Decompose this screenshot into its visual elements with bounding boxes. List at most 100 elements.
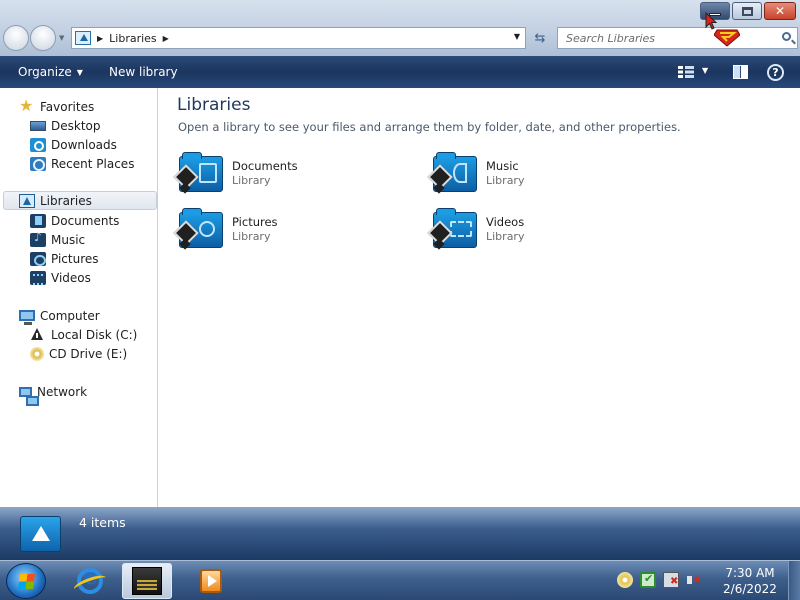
sidebar-item-label: Libraries (40, 193, 92, 208)
cd-tray-icon[interactable] (617, 572, 633, 588)
sidebar-item-label: Pictures (51, 251, 99, 266)
start-button[interactable] (6, 563, 46, 599)
videos-library-icon (427, 208, 479, 250)
refresh-button[interactable]: ⇆ (529, 27, 551, 49)
organize-button[interactable]: Organize ▼ (18, 65, 83, 79)
downloads-icon (30, 137, 46, 152)
volume-muted-icon[interactable] (686, 572, 702, 588)
address-dropdown-icon[interactable]: ▼ (514, 32, 520, 41)
details-pane: 4 items (0, 507, 800, 560)
new-library-button[interactable]: New library (109, 65, 178, 79)
sidebar-item-label: Local Disk (C:) (51, 327, 138, 342)
sidebar-item-videos[interactable]: Videos (30, 268, 91, 287)
sidebar-item-cd-drive[interactable]: CD Drive (E:) (30, 344, 127, 363)
library-name: Music (486, 159, 519, 173)
sidebar-item-computer[interactable]: Computer (19, 306, 100, 325)
new-library-label: New library (109, 65, 178, 79)
superman-logo-icon (714, 29, 740, 47)
refresh-icon: ⇆ (534, 30, 546, 46)
sidebar-item-documents[interactable]: Documents (30, 211, 119, 230)
command-bar: Organize ▼ New library ▼ ? (0, 56, 800, 88)
desktop-icon (30, 121, 46, 131)
search-placeholder: Search Libraries (566, 32, 656, 45)
library-name: Documents (232, 159, 298, 173)
page-subtitle: Open a library to see your files and arr… (178, 120, 681, 134)
sidebar-item-recent-places[interactable]: Recent Places (30, 154, 134, 173)
close-button[interactable]: ✕ (764, 2, 796, 20)
computer-icon (19, 310, 35, 325)
breadcrumb-libraries[interactable]: Libraries (109, 32, 157, 45)
clock[interactable]: 7:30 AM 2/6/2022 (720, 565, 780, 597)
search-icon[interactable] (782, 32, 791, 41)
navigation-buttons: ▼ (3, 25, 64, 51)
favorites-star-icon (19, 96, 35, 115)
library-type: Library (232, 174, 271, 187)
libraries-icon (75, 31, 91, 45)
sidebar-item-label: Desktop (51, 118, 101, 133)
page-title: Libraries (177, 95, 251, 115)
content-pane: Libraries Open a library to see your fil… (159, 88, 800, 507)
clock-date: 2/6/2022 (723, 582, 777, 596)
libraries-large-icon (20, 516, 61, 552)
media-player-icon (200, 569, 222, 593)
music-library-icon (30, 230, 46, 247)
libraries-icon (19, 193, 35, 208)
taskbar-app-media-player[interactable] (186, 563, 236, 599)
library-tile-pictures[interactable]: Pictures Library (173, 208, 409, 254)
videos-library-icon (30, 270, 46, 285)
recent-pages-dropdown[interactable]: ▼ (59, 34, 64, 51)
sidebar-item-label: Recent Places (51, 156, 135, 171)
sidebar-item-downloads[interactable]: Downloads (30, 135, 117, 154)
search-input[interactable]: Search Libraries (557, 27, 798, 49)
library-type: Library (486, 230, 525, 243)
breadcrumb-arrow-icon[interactable]: ▶ (97, 34, 103, 43)
library-name: Videos (486, 215, 525, 229)
sidebar-item-label: Videos (51, 270, 91, 285)
library-tile-videos[interactable]: Videos Library (427, 208, 663, 254)
sidebar-item-label: Network (37, 384, 88, 399)
taskbar-app-windows-explorer[interactable] (122, 563, 172, 599)
network-icon (19, 386, 39, 406)
forward-button[interactable] (30, 25, 56, 51)
sidebar-item-label: Downloads (51, 137, 117, 152)
taskbar: 7:30 AM 2/6/2022 (0, 560, 800, 600)
maximize-button[interactable] (732, 2, 762, 20)
breadcrumb-arrow-icon[interactable]: ▶ (163, 34, 169, 43)
sidebar-item-label: Documents (51, 213, 120, 228)
system-tray (617, 572, 702, 588)
library-tile-documents[interactable]: Documents Library (173, 152, 409, 198)
show-desktop-button[interactable] (788, 561, 800, 600)
change-view-icon[interactable] (678, 66, 694, 78)
view-options-dropdown-icon[interactable]: ▼ (702, 66, 708, 75)
library-tile-music[interactable]: Music Library (427, 152, 663, 198)
library-name: Pictures (232, 215, 278, 229)
sidebar-item-label: Computer (40, 308, 100, 323)
address-bar[interactable]: ▶ Libraries ▶ ▼ (71, 27, 526, 49)
help-icon[interactable]: ? (767, 64, 784, 81)
sidebar-item-label: Music (51, 232, 86, 247)
pictures-library-icon (173, 208, 225, 250)
documents-library-icon (173, 152, 225, 194)
title-bar: ✕ ▼ ▶ Libraries ▶ ▼ ⇆ Search Libraries (0, 0, 800, 56)
network-status-icon[interactable] (663, 572, 679, 588)
sidebar-item-pictures[interactable]: Pictures (30, 249, 99, 268)
sidebar-item-desktop[interactable]: Desktop (30, 116, 101, 135)
sidebar-item-favorites[interactable]: Favorites (19, 96, 95, 116)
sidebar-item-music[interactable]: Music (30, 230, 85, 249)
back-button[interactable] (3, 25, 29, 51)
action-center-icon[interactable] (640, 572, 656, 588)
sidebar-item-network[interactable]: Network (19, 382, 88, 406)
preview-pane-icon[interactable] (733, 65, 748, 79)
sidebar-item-local-disk[interactable]: Local Disk (C:) (30, 325, 137, 344)
internet-explorer-icon (77, 564, 103, 594)
sidebar-item-label: Favorites (40, 99, 95, 114)
local-disk-icon (30, 327, 46, 342)
sidebar-item-libraries[interactable]: Libraries (3, 191, 157, 210)
taskbar-app-internet-explorer[interactable] (65, 563, 115, 599)
recent-places-icon (30, 156, 46, 171)
item-count: 4 items (79, 515, 126, 530)
maximize-icon (741, 6, 753, 16)
library-type: Library (232, 230, 271, 243)
clock-time: 7:30 AM (725, 566, 775, 580)
documents-library-icon (30, 213, 46, 228)
